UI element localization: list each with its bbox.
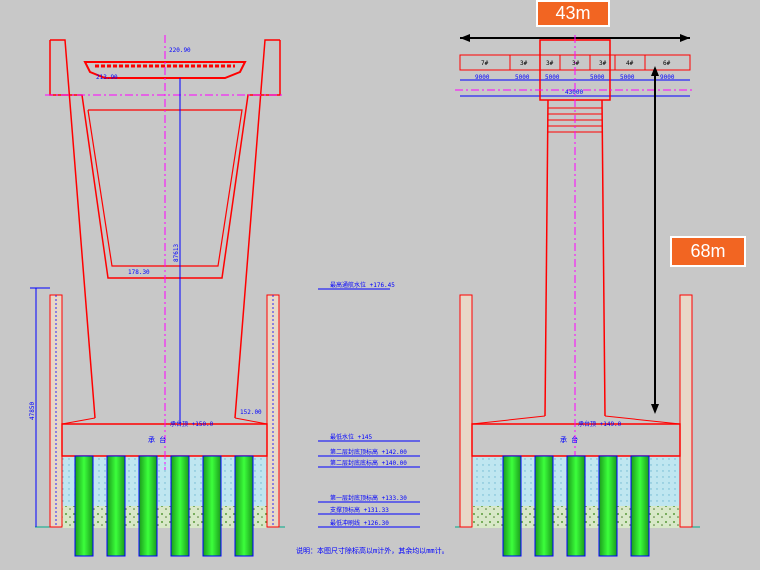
right-elevation-view: 7# 3# 3# 3# 3# 4# 6# 9000 5000 5000 5000… — [455, 34, 700, 557]
segment-labels: 7# 3# 3# 3# 3# 4# 6# — [481, 60, 671, 67]
svg-text:9000: 9000 — [475, 74, 490, 81]
water-level-text: 最低水位 +145 — [330, 433, 372, 441]
water-level-text: 第二层封底顶标高 +142.00 — [330, 448, 407, 456]
water-level-legend: 最高通航水位 +176.45 最低水位 +145 第二层封底顶标高 +142.0… — [318, 281, 420, 528]
svg-text:3#: 3# — [546, 60, 554, 67]
svg-text:5000: 5000 — [620, 74, 635, 81]
water-level-text: 最高通航水位 +176.45 — [330, 281, 395, 289]
svg-text:承 台: 承 台 — [560, 435, 578, 444]
svg-text:6#: 6# — [663, 60, 671, 67]
cad-drawing: 220.90 213.90 178.30 承台顶 +150.0 152.00 承… — [29, 34, 700, 557]
svg-text:9000: 9000 — [660, 74, 675, 81]
svg-text:7#: 7# — [481, 60, 489, 67]
svg-text:43000: 43000 — [565, 89, 583, 96]
water-level-text: 最低冲刷线 +126.30 — [330, 519, 389, 527]
svg-text:87613: 87613 — [173, 244, 180, 262]
svg-text:承 台: 承 台 — [148, 435, 166, 444]
svg-text:承台顶 +149.0: 承台顶 +149.0 — [578, 420, 622, 428]
svg-text:5000: 5000 — [515, 74, 530, 81]
svg-text:3#: 3# — [520, 60, 528, 67]
water-level-text: 支撑顶标高 +131.33 — [330, 506, 389, 514]
svg-text:178.30: 178.30 — [128, 269, 150, 276]
svg-text:5000: 5000 — [545, 74, 560, 81]
svg-text:220.90: 220.90 — [169, 47, 191, 54]
water-level-text: 第一层封底顶标高 +133.30 — [330, 494, 407, 502]
svg-text:152.00: 152.00 — [240, 409, 262, 416]
svg-text:213.90: 213.90 — [96, 74, 118, 81]
svg-text:3#: 3# — [599, 60, 607, 67]
left-elevation-view: 220.90 213.90 178.30 承台顶 +150.0 152.00 承… — [29, 35, 285, 557]
svg-text:承台顶 +150.0: 承台顶 +150.0 — [170, 420, 214, 428]
water-level-text: 第二层封底底标高 +140.00 — [330, 459, 407, 467]
drawing-canvas: 43m 68m 220.90 213.90 178.30 承台顶 +150.0 … — [0, 0, 760, 570]
svg-text:4#: 4# — [626, 60, 634, 67]
svg-text:47850: 47850 — [29, 402, 36, 420]
svg-text:5000: 5000 — [590, 74, 605, 81]
svg-text:3#: 3# — [572, 60, 580, 67]
drawing-note: 说明：本图尺寸除标高以m计外，其余均以mm计。 — [296, 546, 449, 555]
